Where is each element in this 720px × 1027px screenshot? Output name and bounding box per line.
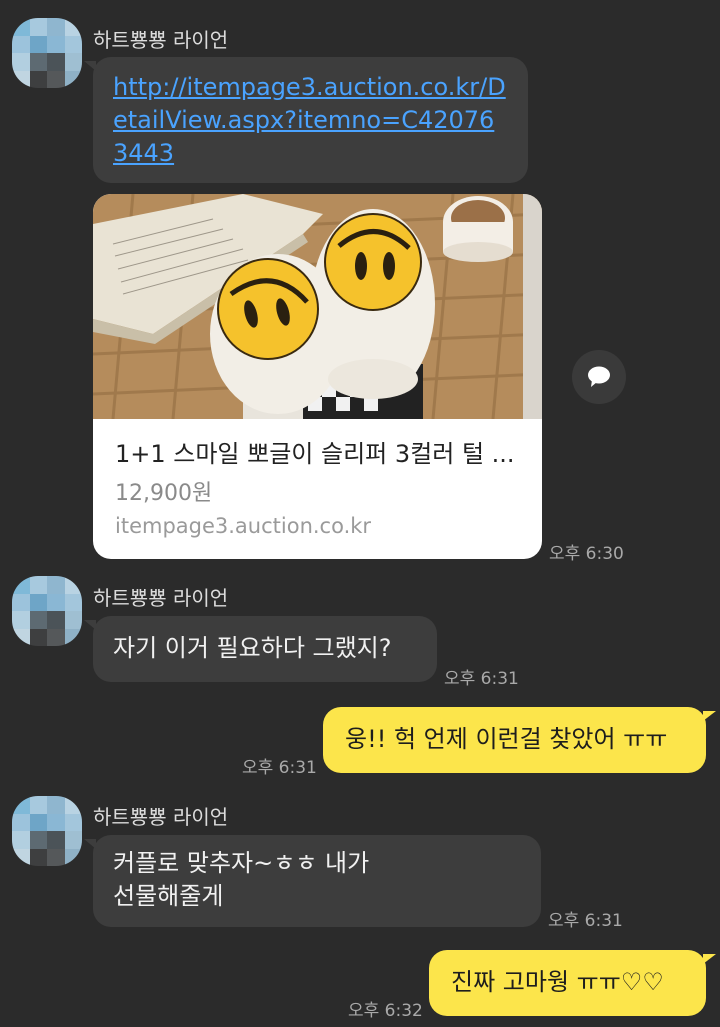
message-bubble[interactable]: 진짜 고마웡 ㅠㅠ♡♡ — [429, 950, 716, 1016]
card-price: 12,900원 — [115, 481, 213, 506]
sender-name: 하트뿅뿅 라이언 — [93, 586, 229, 610]
link-preview-card[interactable]: 1+1 스마일 뽀글이 슬리퍼 3컬러 털 ... 12,900원 itempa… — [93, 194, 542, 559]
avatar[interactable] — [12, 796, 82, 866]
message-time: 오후 6:31 — [242, 758, 317, 778]
message-link[interactable]: http://itempage3.auction.co.kr/DetailVie… — [113, 73, 506, 167]
sender-name: 하트뿅뿅 라이언 — [93, 805, 229, 829]
message-bubble[interactable]: 커플로 맞추자~ㅎㅎ 내가 선물해줄게 — [84, 835, 541, 927]
share-icon — [588, 366, 610, 387]
message-text: 자기 이거 필요하다 그랬지? — [113, 634, 392, 662]
message-text-line: 선물해줄게 — [113, 882, 224, 910]
message-bubble[interactable]: 웅!! 헉 언제 이런걸 찾았어 ㅠㅠ — [323, 707, 716, 773]
card-domain: itempage3.auction.co.kr — [115, 514, 372, 538]
message-time: 오후 6:30 — [549, 544, 624, 564]
avatar[interactable] — [12, 576, 82, 646]
message-text: 진짜 고마웡 ㅠㅠ♡♡ — [451, 968, 664, 996]
product-image[interactable] — [93, 194, 542, 419]
message-time: 오후 6:31 — [444, 669, 519, 689]
share-button[interactable] — [572, 350, 626, 404]
message-time: 오후 6:31 — [548, 911, 623, 931]
message-text-line: 커플로 맞추자~ㅎㅎ 내가 — [113, 849, 370, 877]
avatar[interactable] — [12, 18, 82, 88]
message-bubble[interactable]: 자기 이거 필요하다 그랬지? — [84, 616, 437, 682]
message-time: 오후 6:32 — [348, 1001, 423, 1021]
message-text: 웅!! 헉 언제 이런걸 찾았어 ㅠㅠ — [345, 725, 668, 753]
link-message-bubble[interactable]: http://itempage3.auction.co.kr/DetailVie… — [84, 57, 528, 183]
sender-name: 하트뿅뿅 라이언 — [93, 28, 229, 52]
card-title: 1+1 스마일 뽀글이 슬리퍼 3컬러 털 ... — [115, 440, 515, 468]
